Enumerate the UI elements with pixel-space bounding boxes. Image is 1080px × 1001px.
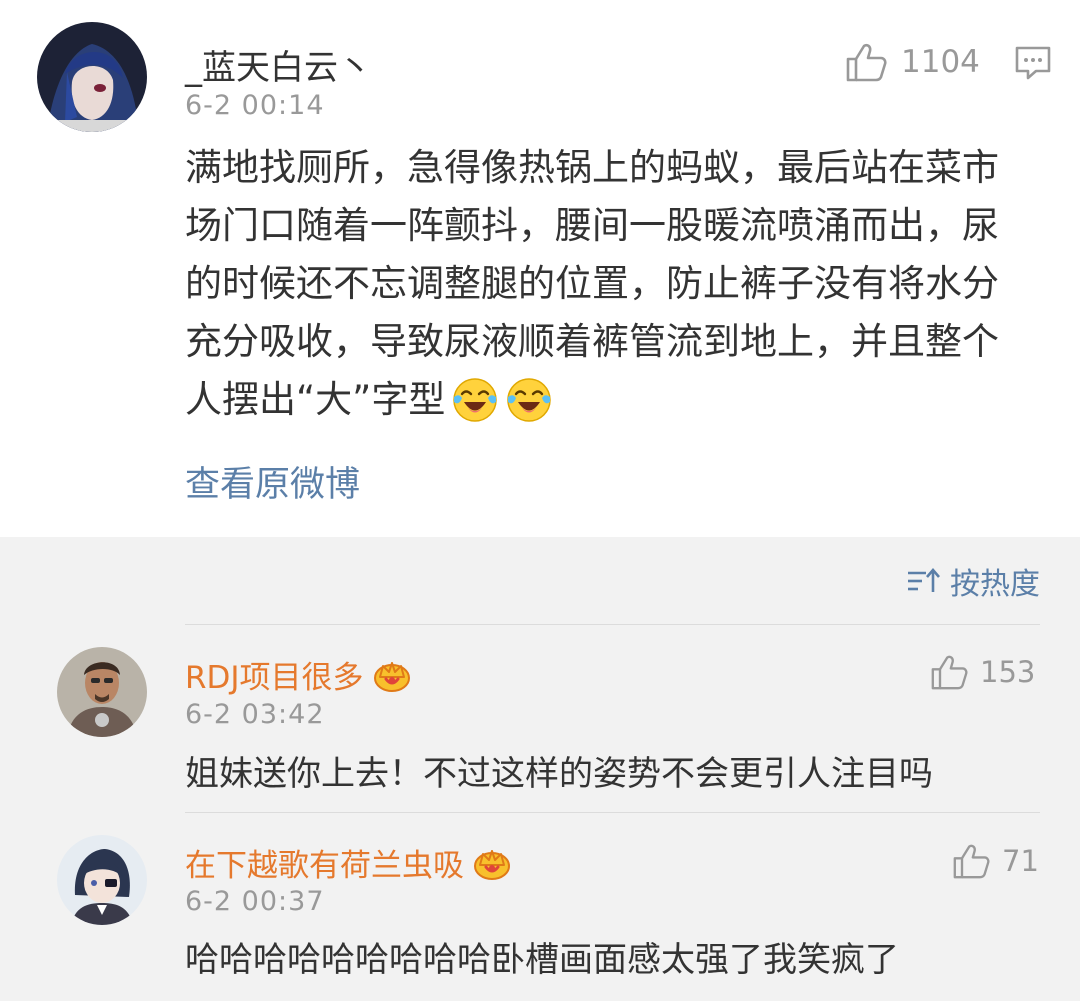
main-post: _蓝天白云丶 6-2 00:14 1104 满地找厕所，急得像热锅上的蚂蚁，最后…: [0, 0, 1080, 537]
comment-username[interactable]: 在下越歌有荷兰虫吸: [185, 840, 512, 885]
thumbs-up-icon: [953, 844, 990, 879]
avatar[interactable]: [37, 22, 147, 132]
thumbs-up-icon: [846, 43, 887, 82]
avatar-anime-image: [37, 22, 147, 132]
sort-label: 按热度: [950, 567, 1040, 602]
post-body-line: 充分吸收，导致尿液顺着裤管流到地上，并且整个: [185, 320, 999, 363]
comment-text: 哈哈哈哈哈哈哈哈哈卧槽画面感太强了我笑疯了: [185, 940, 899, 980]
post-body: 满地找厕所，急得像热锅上的蚂蚁，最后站在菜市 场门口随着一阵颤抖，腰间一股暖流喷…: [185, 139, 999, 429]
comment-username[interactable]: RDJ项目很多: [185, 652, 412, 697]
laugh-cry-emoji: [507, 378, 552, 422]
comment-time: 6-2 03:42: [185, 699, 325, 730]
post-body-line: 的时候还不忘调整腿的位置，防止裤子没有将水分: [185, 262, 999, 305]
post-body-last-line: 人摆出“大”字型: [185, 371, 999, 429]
comment-icon-button[interactable]: [1014, 45, 1052, 85]
laugh-cry-emoji: [453, 378, 498, 422]
thumbs-up-icon: [931, 655, 968, 690]
comment-like-count: 153: [980, 655, 1036, 689]
post-body-line: 场门口随着一阵颤抖，腰间一股暖流喷涌而出，尿: [185, 204, 999, 247]
sort-by-hot-button[interactable]: 按热度: [906, 559, 1040, 603]
crown-icon: [373, 661, 410, 692]
sort-icon: [908, 568, 940, 592]
comment-username-text: 在下越歌有荷兰虫吸: [185, 848, 464, 884]
post-time: 6-2 00:14: [185, 90, 325, 121]
post-body-line: 满地找厕所，急得像热锅上的蚂蚁，最后站在菜市: [185, 146, 999, 189]
comment-like-count: 71: [1002, 844, 1039, 878]
comment-like-button[interactable]: 153: [930, 654, 1035, 690]
post-body-line: 人摆出“大”字型: [185, 378, 446, 421]
divider: [185, 624, 1040, 625]
comment-like-button[interactable]: 71: [952, 843, 1039, 879]
avatar[interactable]: [57, 835, 147, 925]
comment-text: 姐妹送你上去！不过这样的姿势不会更引人注目吗: [185, 754, 933, 794]
avatar-photo-image: [57, 647, 147, 737]
divider: [185, 812, 1040, 813]
post-like-count: 1104: [901, 44, 980, 80]
view-original-link[interactable]: 查看原微博: [185, 456, 360, 507]
comment-icon: [1015, 46, 1051, 80]
comment-username-text: RDJ项目很多: [185, 660, 364, 696]
post-like-button[interactable]: 1104: [845, 42, 980, 82]
post-username[interactable]: _蓝天白云丶: [185, 40, 372, 89]
avatar[interactable]: [57, 647, 147, 737]
avatar-anime-image: [57, 835, 147, 925]
crown-icon: [474, 849, 510, 880]
comment-time: 6-2 00:37: [185, 886, 325, 917]
